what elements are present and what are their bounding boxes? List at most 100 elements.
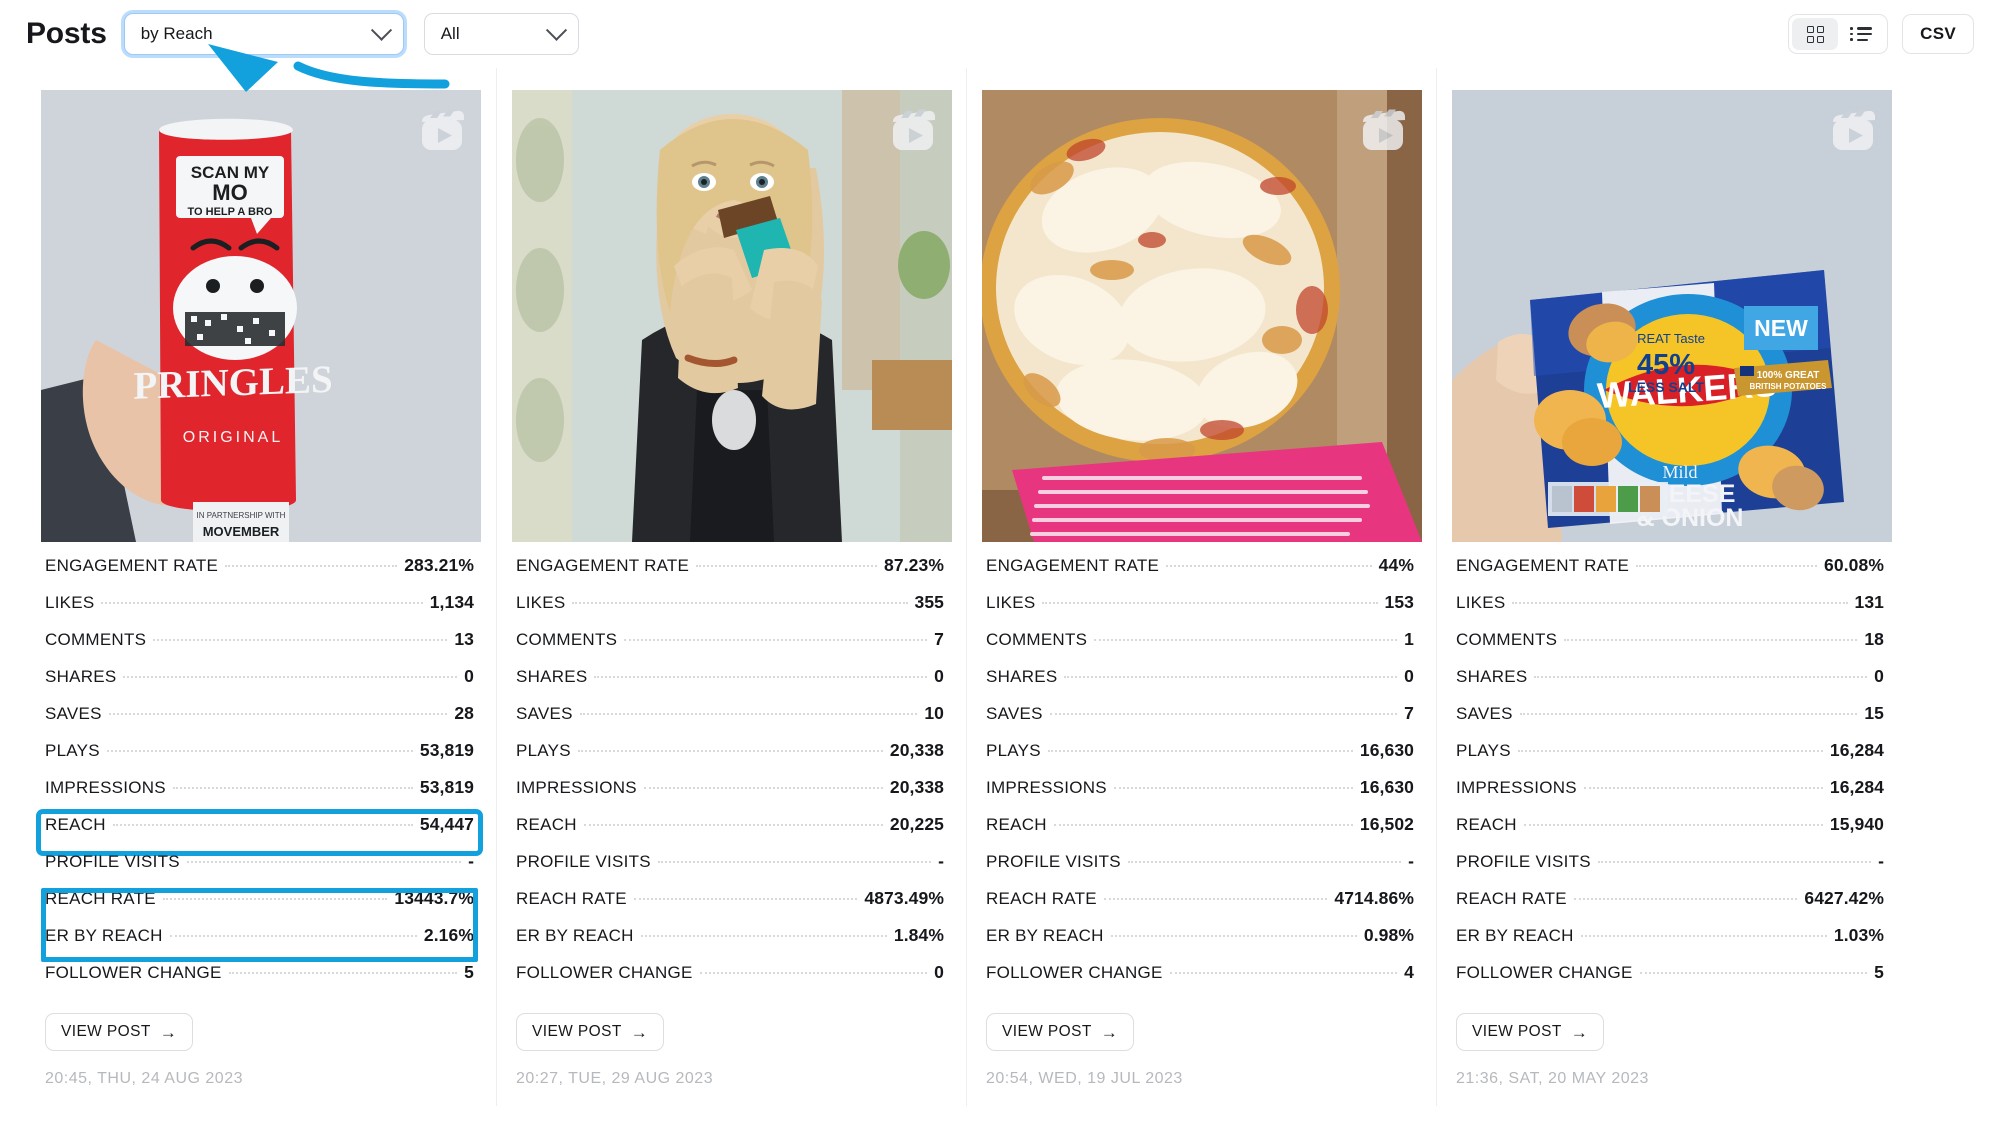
post-thumbnail[interactable] [512, 90, 952, 542]
metric-row: SHARES 0 [982, 666, 1418, 703]
post-thumbnail[interactable]: WALKERS GREAT Taste 45% LESS SALT NEW 10… [1452, 90, 1892, 542]
metric-value: 10 [924, 703, 944, 723]
list-view-icon [1850, 27, 1872, 41]
leader-dots [1169, 972, 1398, 974]
post-thumbnail[interactable] [982, 90, 1422, 542]
leader-dots [1064, 676, 1398, 678]
metric-value: 53,819 [419, 740, 474, 760]
svg-text:Mild: Mild [1662, 462, 1697, 482]
view-post-button[interactable]: VIEW POST → [986, 1013, 1135, 1051]
view-post-button[interactable]: VIEW POST → [516, 1013, 665, 1051]
metric-label: PLAYS [986, 741, 1041, 760]
csv-export-button[interactable]: CSV [1902, 14, 1974, 54]
metric-label: FOLLOWER CHANGE [45, 963, 222, 982]
filter-select-wrapper: All [423, 13, 579, 55]
metric-label: PLAYS [1456, 741, 1511, 760]
leader-dots [577, 750, 883, 752]
arrow-right-icon: → [630, 1022, 649, 1042]
svg-text:GREAT Taste: GREAT Taste [1627, 331, 1705, 346]
leader-dots [101, 602, 423, 604]
page-title: Posts [26, 17, 107, 50]
leader-dots [633, 898, 858, 900]
metric-value: 20,338 [889, 777, 944, 797]
view-post-button[interactable]: VIEW POST → [45, 1013, 194, 1051]
chevron-down-icon [545, 19, 567, 41]
leader-dots [699, 972, 928, 974]
metric-row: REACH RATE 4714.86% [982, 888, 1418, 925]
metric-value: 60.08% [1824, 555, 1884, 575]
metric-label: SAVES [45, 704, 102, 723]
metric-row: SAVES 15 [1452, 703, 1888, 740]
view-post-label: VIEW POST [1472, 1023, 1562, 1040]
metric-label: PROFILE VISITS [1456, 852, 1591, 871]
metric-label: ER BY REACH [986, 926, 1104, 945]
metric-row: IMPRESSIONS 16,630 [982, 777, 1418, 814]
metric-row: SAVES 10 [512, 703, 948, 740]
view-post-label: VIEW POST [532, 1023, 622, 1040]
list-view-button[interactable] [1838, 18, 1884, 50]
sort-select[interactable]: by Reach [123, 13, 404, 55]
metric-label: REACH RATE [45, 889, 156, 908]
metric-label: IMPRESSIONS [45, 778, 166, 797]
metric-label: LIKES [1456, 593, 1506, 612]
metric-value: 1 [1404, 629, 1414, 649]
view-post-label: VIEW POST [61, 1023, 151, 1040]
metric-row: LIKES 131 [1452, 592, 1888, 629]
metric-value: 15 [1864, 703, 1884, 723]
leader-dots [1113, 787, 1353, 789]
metric-row: FOLLOWER CHANGE 0 [512, 962, 948, 999]
chevron-down-icon [370, 19, 392, 41]
metric-row: PLAYS 20,338 [512, 740, 948, 777]
leader-dots [1519, 713, 1858, 715]
filter-select[interactable]: All [423, 13, 579, 55]
metric-row: COMMENTS 18 [1452, 629, 1888, 666]
metric-row: ENGAGEMENT RATE 60.08% [1452, 555, 1888, 592]
metric-value: 28 [454, 703, 474, 723]
metric-row: ER BY REACH 1.84% [512, 925, 948, 962]
posts-grid: SCAN MY MO TO HELP A BRO PRINGLES ORIGIN… [0, 68, 2000, 1106]
reels-icon [1833, 109, 1875, 150]
metrics-list: ENGAGEMENT RATE 60.08% LIKES 131 COMMENTS 18 S… [1437, 555, 1906, 999]
metric-row: IMPRESSIONS 53,819 [41, 777, 478, 814]
metric-label: REACH RATE [1456, 889, 1567, 908]
metric-row: PROFILE VISITS - [982, 851, 1418, 888]
posts-toolbar: Posts by Reach All CSV [0, 0, 2000, 92]
svg-text:45%: 45% [1637, 349, 1695, 381]
post-card: ENGAGEMENT RATE 44% LIKES 153 COMMENTS 1 SHARE… [966, 68, 1436, 1106]
metric-value: - [938, 851, 944, 871]
metric-row: REACH RATE 4873.49% [512, 888, 948, 925]
metrics-list: ENGAGEMENT RATE 44% LIKES 153 COMMENTS 1 SHARE… [967, 555, 1436, 999]
metric-row: PLAYS 16,284 [1452, 740, 1888, 777]
leader-dots [1512, 602, 1848, 604]
view-post-button[interactable]: VIEW POST → [1456, 1013, 1605, 1051]
metric-label: LIKES [986, 593, 1036, 612]
grid-view-button[interactable] [1792, 18, 1839, 50]
svg-text:NEW: NEW [1754, 315, 1808, 341]
metric-value: 0 [934, 666, 944, 686]
leader-dots [1564, 639, 1858, 641]
leader-dots [1053, 824, 1353, 826]
metric-label: REACH [516, 815, 577, 834]
metric-label: PROFILE VISITS [986, 852, 1121, 871]
metric-value: 13443.7% [394, 888, 474, 908]
arrow-right-icon: → [1100, 1022, 1119, 1042]
reels-icon [422, 109, 464, 150]
metric-label: ENGAGEMENT RATE [1456, 556, 1630, 575]
svg-text:BRITISH POTATOES: BRITISH POTATOES [1750, 382, 1828, 391]
highlight-box-reach-rates: REACH RATE 13443.7% ER BY REACH 2.16% [41, 888, 478, 962]
metric-value: 87.23% [884, 555, 944, 575]
leader-dots [1049, 713, 1398, 715]
leader-dots [624, 639, 928, 641]
metric-row: REACH RATE 13443.7% [41, 888, 478, 925]
metric-label: REACH [1456, 815, 1517, 834]
metric-value: 0 [1874, 666, 1884, 686]
metric-label: FOLLOWER CHANGE [1456, 963, 1633, 982]
metric-row: ER BY REACH 0.98% [982, 925, 1418, 962]
leader-dots [1534, 676, 1868, 678]
metric-label: COMMENTS [1456, 630, 1558, 649]
metric-label: LIKES [516, 593, 566, 612]
metric-row: LIKES 153 [982, 592, 1418, 629]
post-thumbnail[interactable]: SCAN MY MO TO HELP A BRO PRINGLES ORIGIN… [41, 90, 481, 542]
metric-label: ENGAGEMENT RATE [45, 556, 219, 575]
leader-dots [1580, 935, 1827, 937]
